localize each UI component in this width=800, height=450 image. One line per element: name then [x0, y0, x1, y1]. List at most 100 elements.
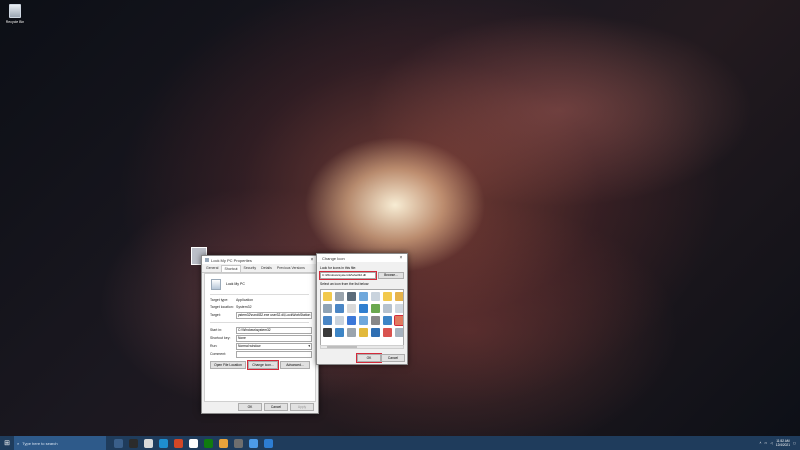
icon-option[interactable]: [335, 328, 344, 337]
ok-button[interactable]: OK: [238, 403, 262, 411]
settings-icon[interactable]: [129, 438, 138, 448]
tab-general[interactable]: General: [204, 265, 220, 272]
shortcut-app-icon: [205, 258, 209, 262]
icon-option[interactable]: [335, 292, 344, 301]
icon-option[interactable]: [323, 328, 332, 337]
change-icon-titlebar[interactable]: Change Icon ×: [317, 254, 407, 262]
windows-start-icon[interactable]: ⊞: [0, 436, 14, 450]
office-icon[interactable]: [174, 438, 183, 448]
recycle-bin-label: Recycle Bin: [5, 20, 25, 24]
search-placeholder: Type here to search: [22, 440, 58, 446]
scrollbar-thumb[interactable]: [327, 346, 357, 348]
shortcut-large-icon: [211, 279, 221, 290]
icon-option[interactable]: [347, 304, 356, 313]
xbox-icon[interactable]: [204, 438, 213, 448]
target-type-label: Target type:: [210, 298, 229, 302]
properties-tabs: General Shortcut Security Details Previo…: [202, 264, 318, 273]
mail-icon[interactable]: [249, 438, 258, 448]
icon-option[interactable]: [383, 292, 392, 301]
icon-option[interactable]: [323, 316, 332, 325]
close-icon[interactable]: ×: [309, 257, 315, 263]
run-label: Run:: [210, 344, 218, 348]
icon-option[interactable]: [347, 292, 356, 301]
change-icon-dialog: Change Icon × Look for icons in this fil…: [316, 253, 408, 365]
shortcut-pane: Lock My PC Target type: Application Targ…: [204, 273, 316, 402]
divider: [210, 294, 309, 295]
icon-option[interactable]: [395, 304, 403, 313]
system-tray: ˄ ▭ ◁ 11:52 AM 12/4/2021 ▢: [759, 439, 800, 447]
properties-title: Lock My PC Properties: [211, 257, 252, 263]
volume-icon[interactable]: ◁: [770, 441, 772, 445]
icon-option[interactable]: [359, 328, 368, 337]
cancel-button[interactable]: Cancel: [264, 403, 288, 411]
icon-option[interactable]: [395, 292, 403, 301]
ok-button[interactable]: OK: [356, 353, 382, 363]
icon-option[interactable]: [335, 316, 344, 325]
tab-shortcut[interactable]: Shortcut: [221, 265, 241, 272]
browse-button[interactable]: Browse...: [378, 272, 404, 279]
explorer-icon[interactable]: [219, 438, 228, 448]
icon-option[interactable]: [323, 304, 332, 313]
target-field[interactable]: ystem32\rundll32.exe user32.dll,LockWork…: [236, 312, 312, 319]
teams-icon[interactable]: [264, 438, 273, 448]
run-select[interactable]: Normal window ▾: [236, 343, 312, 350]
notification-icon[interactable]: ▢: [793, 441, 796, 445]
icon-option[interactable]: [371, 304, 380, 313]
change-icon-button[interactable]: Change Icon...: [247, 360, 279, 370]
icon-list[interactable]: [320, 289, 404, 346]
recycle-bin-icon[interactable]: Recycle Bin: [4, 4, 26, 24]
target-location-row: Target location: System32: [210, 305, 252, 309]
icon-list-scrollbar[interactable]: [320, 345, 404, 349]
icon-option[interactable]: [359, 316, 368, 325]
target-location-value: System32: [236, 305, 252, 309]
chevron-up-icon[interactable]: ˄: [759, 441, 761, 445]
target-type-row: Target type: Application: [210, 298, 253, 302]
comment-field[interactable]: [236, 351, 312, 358]
recycle-bin-glyph: [9, 4, 21, 18]
icon-option[interactable]: [371, 292, 380, 301]
shortcut-name: Lock My PC: [226, 282, 245, 286]
app-icon[interactable]: [144, 438, 153, 448]
tab-previous-versions[interactable]: Previous Versions: [275, 265, 307, 272]
icon-option[interactable]: [347, 328, 356, 337]
task-view-icon[interactable]: [114, 438, 123, 448]
cancel-button[interactable]: Cancel: [381, 354, 405, 362]
target-label: Target:: [210, 313, 221, 317]
properties-titlebar[interactable]: Lock My PC Properties ×: [202, 256, 318, 264]
change-icon-title: Change Icon: [322, 255, 345, 261]
target-location-label: Target location:: [210, 305, 234, 309]
photos-icon[interactable]: [234, 438, 243, 448]
shortcut-key-label: Shortcut key:: [210, 336, 231, 340]
apply-button[interactable]: Apply: [290, 403, 314, 411]
icon-option[interactable]: [335, 304, 344, 313]
icon-option[interactable]: [347, 316, 356, 325]
icon-option[interactable]: [371, 316, 380, 325]
icon-option[interactable]: [359, 292, 368, 301]
advanced-button[interactable]: Advanced...: [280, 361, 310, 369]
change-icon-body: Look for icons in this file: C:\Windows\…: [317, 262, 407, 364]
icon-option[interactable]: [371, 328, 380, 337]
icon-option[interactable]: [383, 328, 392, 337]
start-in-label: Start in:: [210, 328, 223, 332]
icon-option[interactable]: [323, 292, 332, 301]
taskbar: ⊞ ⌕ Type here to search ˄ ▭ ◁ 11:52 AM 1…: [0, 436, 800, 450]
icon-option[interactable]: [395, 328, 403, 337]
edge-icon[interactable]: [159, 438, 168, 448]
icon-option[interactable]: [359, 304, 368, 313]
taskbar-search-box[interactable]: ⌕ Type here to search: [14, 436, 106, 450]
icon-file-path-field[interactable]: C:\Windows\system32\shell32.dll: [319, 271, 377, 280]
shortcut-key-field[interactable]: None: [236, 335, 312, 342]
start-in-field[interactable]: C:\Windows\system32: [236, 327, 312, 334]
tab-details[interactable]: Details: [259, 265, 274, 272]
search-icon: ⌕: [17, 440, 20, 446]
tab-security[interactable]: Security: [242, 265, 259, 272]
icon-option[interactable]: [394, 315, 403, 326]
network-icon[interactable]: ▭: [764, 441, 767, 445]
open-file-location-button[interactable]: Open File Location: [210, 361, 246, 369]
close-icon[interactable]: ×: [398, 255, 404, 261]
icon-option[interactable]: [383, 316, 392, 325]
clock[interactable]: 11:52 AM 12/4/2021: [776, 439, 790, 447]
icon-option[interactable]: [383, 304, 392, 313]
store-icon[interactable]: [189, 438, 198, 448]
run-select-value: Normal window: [238, 344, 261, 348]
